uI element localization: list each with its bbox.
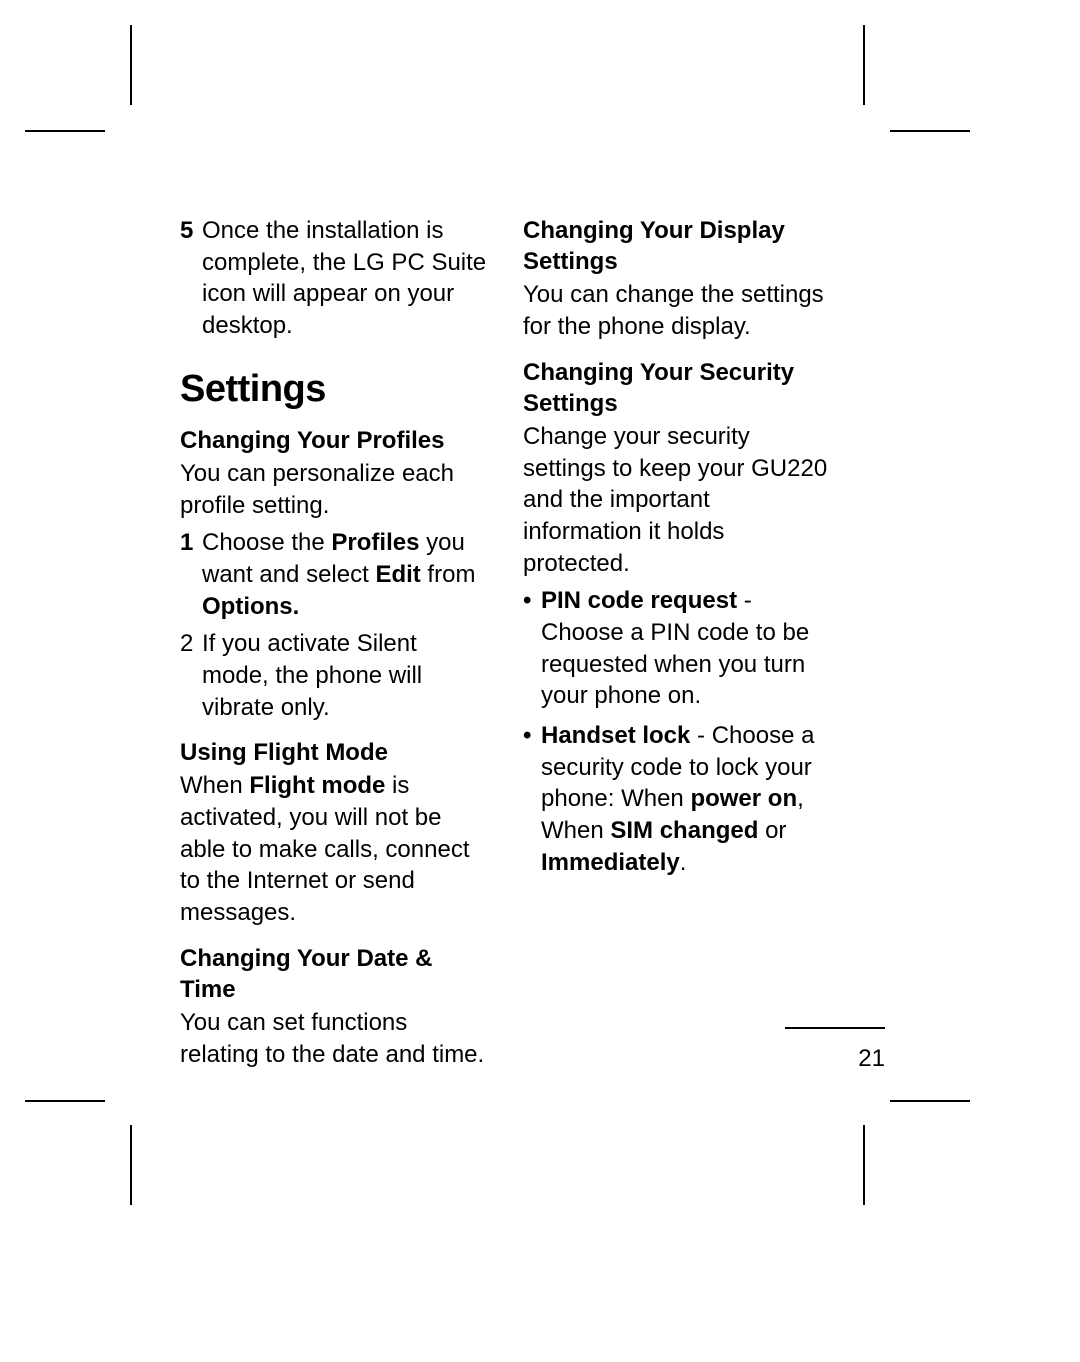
display-settings-body: You can change the settings for the phon… [523,279,830,342]
crop-mark [25,130,105,132]
page-number: 21 [0,1045,1080,1073]
step-text: Choose the Profiles you want and select … [202,527,487,622]
bullet-text: Handset lock - Choose a security code to… [541,720,830,878]
bold-text: power on [690,785,797,812]
display-settings-heading: Changing Your Display Settings [523,215,830,277]
crop-mark [890,1100,970,1102]
text: When [180,772,249,799]
settings-heading: Settings [180,368,487,411]
bold-text: Immediately [541,849,680,876]
security-bullet-handset: • Handset lock - Choose a security code … [523,720,830,878]
profiles-body: You can personalize each profile setting… [180,458,487,521]
bold-text: PIN code request [541,587,737,614]
text: . [680,849,687,876]
crop-mark [863,25,865,105]
bold-text: Options. [202,593,299,620]
bold-text: SIM changed [610,817,758,844]
text: Choose the [202,529,331,556]
flight-mode-body: When Flight mode is activated, you will … [180,770,487,928]
text: or [758,817,786,844]
left-column: 5 Once the installation is complete, the… [180,215,487,1077]
page-content: 5 Once the installation is complete, the… [180,215,830,1077]
flight-mode-heading: Using Flight Mode [180,737,487,768]
bold-text: Flight mode [249,772,385,799]
bold-text: Handset lock [541,722,690,749]
crop-mark [863,1125,865,1205]
step-text: If you activate Silent mode, the phone w… [202,628,487,723]
step-number: 1 [180,527,202,622]
crop-mark [25,1100,105,1102]
security-bullet-pin: • PIN code request - Choose a PIN code t… [523,585,830,712]
security-settings-body: Change your security settings to keep yo… [523,421,830,579]
step-number: 2 [180,628,202,723]
crop-mark [890,130,970,132]
profiles-step-2: 2 If you activate Silent mode, the phone… [180,628,487,723]
profiles-heading: Changing Your Profiles [180,425,487,456]
bullet-icon: • [523,720,541,878]
text: from [421,561,476,588]
profiles-step-1: 1 Choose the Profiles you want and selec… [180,527,487,622]
bold-text: Profiles [331,529,419,556]
bullet-icon: • [523,585,541,712]
right-column: Changing Your Display Settings You can c… [523,215,830,1077]
bullet-text: PIN code request - Choose a PIN code to … [541,585,830,712]
security-settings-heading: Changing Your Security Settings [523,357,830,419]
step-text: Once the installation is complete, the L… [202,215,487,342]
bold-text: Edit [375,561,420,588]
step-number: 5 [180,215,202,342]
crop-mark [130,25,132,105]
crop-mark [130,1125,132,1205]
install-step-5: 5 Once the installation is complete, the… [180,215,487,342]
datetime-heading: Changing Your Date & Time [180,943,487,1005]
